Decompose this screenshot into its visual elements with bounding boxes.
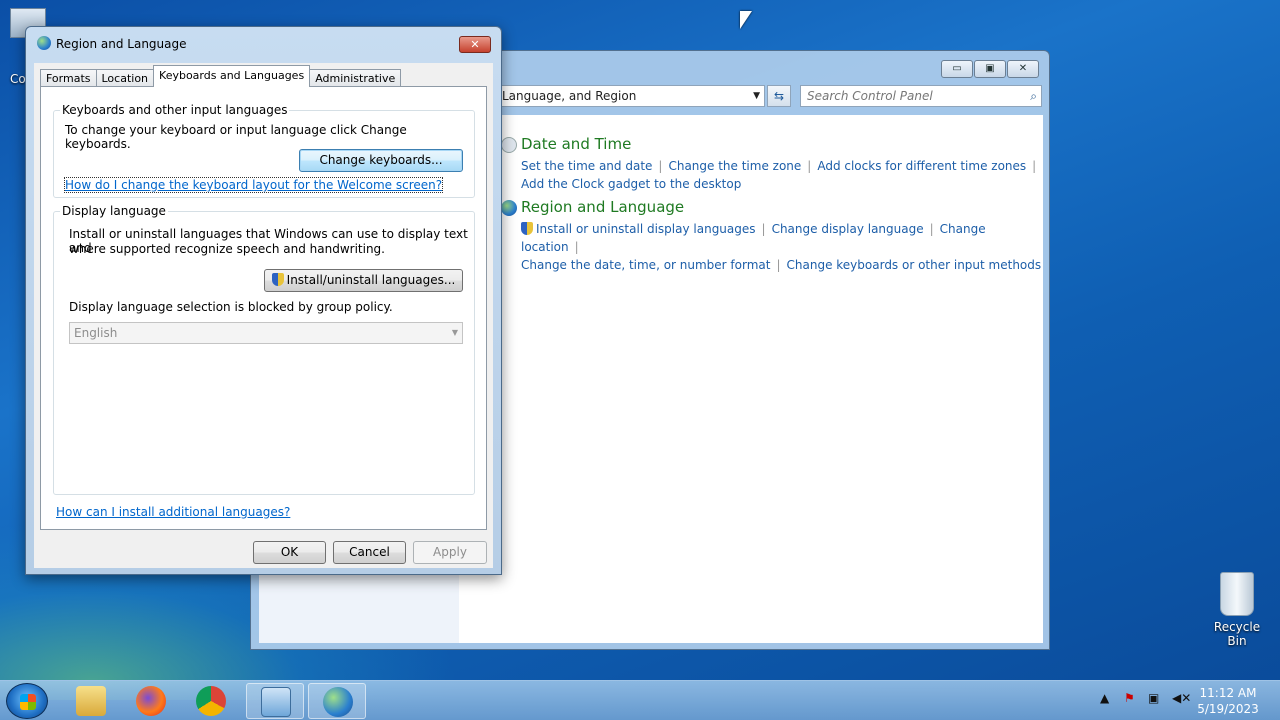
taskbar-clock[interactable]: 11:12 AM 5/19/2023	[1196, 685, 1260, 717]
close-button[interactable]: ✕	[1007, 60, 1039, 78]
globe-icon	[323, 687, 353, 717]
display-language-group-label: Display language	[60, 204, 168, 218]
link-change-format[interactable]: Change the date, time, or number format	[521, 258, 770, 272]
clock-time: 11:12 AM	[1199, 686, 1257, 700]
taskbar-chrome[interactable]	[182, 683, 240, 719]
dialog-title: Region and Language	[56, 37, 187, 51]
link-change-display-language[interactable]: Change display language	[772, 222, 924, 236]
display-language-select: English ▼	[69, 322, 463, 344]
close-button[interactable]: ✕	[459, 36, 491, 53]
link-change-time-zone[interactable]: Change the time zone	[668, 159, 801, 173]
globe-icon	[501, 200, 517, 216]
search-placeholder: Search Control Panel	[807, 89, 933, 103]
network-icon[interactable]: ▣	[1148, 691, 1159, 705]
region-language-dialog: Region and Language ✕ Formats Location K…	[25, 26, 502, 575]
install-uninstall-label: Install/uninstall languages...	[286, 273, 456, 287]
minimize-button[interactable]: ▭	[941, 60, 973, 78]
shield-icon	[521, 222, 533, 235]
cancel-button[interactable]: Cancel	[333, 541, 406, 564]
display-language-selected: English	[74, 326, 118, 340]
install-uninstall-languages-button[interactable]: Install/uninstall languages...	[264, 269, 463, 292]
globe-icon	[37, 36, 51, 50]
link-install-display-languages[interactable]: Install or uninstall display languages	[536, 222, 756, 236]
blocked-by-policy-text: Display language selection is blocked by…	[69, 300, 393, 314]
link-change-keyboards[interactable]: Change keyboards or other input methods	[787, 258, 1042, 272]
display-language-text-line2: where supported recognize speech and han…	[69, 242, 385, 256]
taskbar-explorer[interactable]	[62, 683, 120, 719]
control-panel-icon	[261, 687, 291, 717]
clock-icon	[501, 137, 517, 153]
link-add-clock-gadget[interactable]: Add the Clock gadget to the desktop	[521, 177, 741, 191]
ok-button[interactable]: OK	[253, 541, 326, 564]
window-caption-buttons: ▭ ▣ ✕	[941, 60, 1039, 78]
chevron-down-icon[interactable]: ▼	[753, 86, 760, 106]
apply-button[interactable]: Apply	[413, 541, 487, 564]
link-add-clocks[interactable]: Add clocks for different time zones	[817, 159, 1026, 173]
shield-icon	[271, 273, 284, 286]
taskbar-region-language[interactable]	[308, 683, 366, 719]
address-text: Language, and Region	[502, 89, 637, 103]
chevron-down-icon: ▼	[451, 328, 458, 337]
clock-date: 5/19/2023	[1197, 702, 1259, 716]
tab-location[interactable]: Location	[95, 69, 155, 87]
link-set-time-date[interactable]: Set the time and date	[521, 159, 652, 173]
tab-strip: Formats Location Keyboards and Languages…	[40, 65, 402, 87]
windows-logo-icon	[20, 694, 36, 710]
install-additional-languages-link[interactable]: How can I install additional languages?	[56, 505, 290, 519]
taskbar: ▲ ⚑ ▣ ◀✕ 11:12 AM 5/19/2023	[0, 680, 1280, 720]
region-language-title[interactable]: Region and Language	[521, 198, 1043, 216]
display-language-group: Display language Install or uninstall la…	[53, 204, 475, 495]
start-button[interactable]	[6, 683, 48, 719]
search-input[interactable]: Search Control Panel ⌕	[800, 85, 1042, 107]
firefox-icon	[136, 686, 166, 716]
keyboards-group: Keyboards and other input languages To c…	[53, 103, 475, 198]
tab-panel: Keyboards and other input languages To c…	[40, 86, 487, 530]
welcome-screen-keyboard-link[interactable]: How do I change the keyboard layout for …	[63, 177, 444, 193]
search-icon[interactable]: ⌕	[1030, 86, 1037, 106]
chrome-icon	[196, 686, 226, 716]
change-keyboards-button[interactable]: Change keyboards...	[299, 149, 463, 172]
maximize-button[interactable]: ▣	[974, 60, 1006, 78]
folder-icon	[76, 686, 106, 716]
taskbar-control-panel[interactable]	[246, 683, 304, 719]
address-bar[interactable]: Language, and Region ▼	[497, 85, 765, 107]
date-time-title[interactable]: Date and Time	[521, 135, 1042, 153]
refresh-icon[interactable]: ⇆	[767, 85, 791, 107]
tab-keyboards-languages[interactable]: Keyboards and Languages	[153, 65, 311, 87]
dialog-body: Formats Location Keyboards and Languages…	[34, 63, 493, 568]
action-center-flag-icon[interactable]: ⚑	[1124, 691, 1135, 705]
tab-formats[interactable]: Formats	[40, 69, 97, 87]
keyboards-group-label: Keyboards and other input languages	[60, 103, 290, 117]
region-language-section: Region and Language Install or uninstall…	[501, 198, 1043, 274]
recycle-bin-icon	[1220, 572, 1254, 616]
taskbar-firefox[interactable]	[122, 683, 180, 719]
recycle-bin-label: Recycle Bin	[1213, 620, 1261, 648]
mouse-cursor-icon	[740, 11, 752, 29]
tab-administrative[interactable]: Administrative	[309, 69, 402, 87]
desktop-recycle-bin[interactable]: Recycle Bin	[1204, 572, 1270, 648]
date-time-section: Date and Time Set the time and date | Chan…	[501, 135, 1042, 193]
keyboards-instructions: To change your keyboard or input languag…	[65, 123, 407, 151]
show-hidden-icons-icon[interactable]: ▲	[1100, 691, 1109, 705]
volume-muted-icon[interactable]: ◀✕	[1172, 691, 1191, 705]
